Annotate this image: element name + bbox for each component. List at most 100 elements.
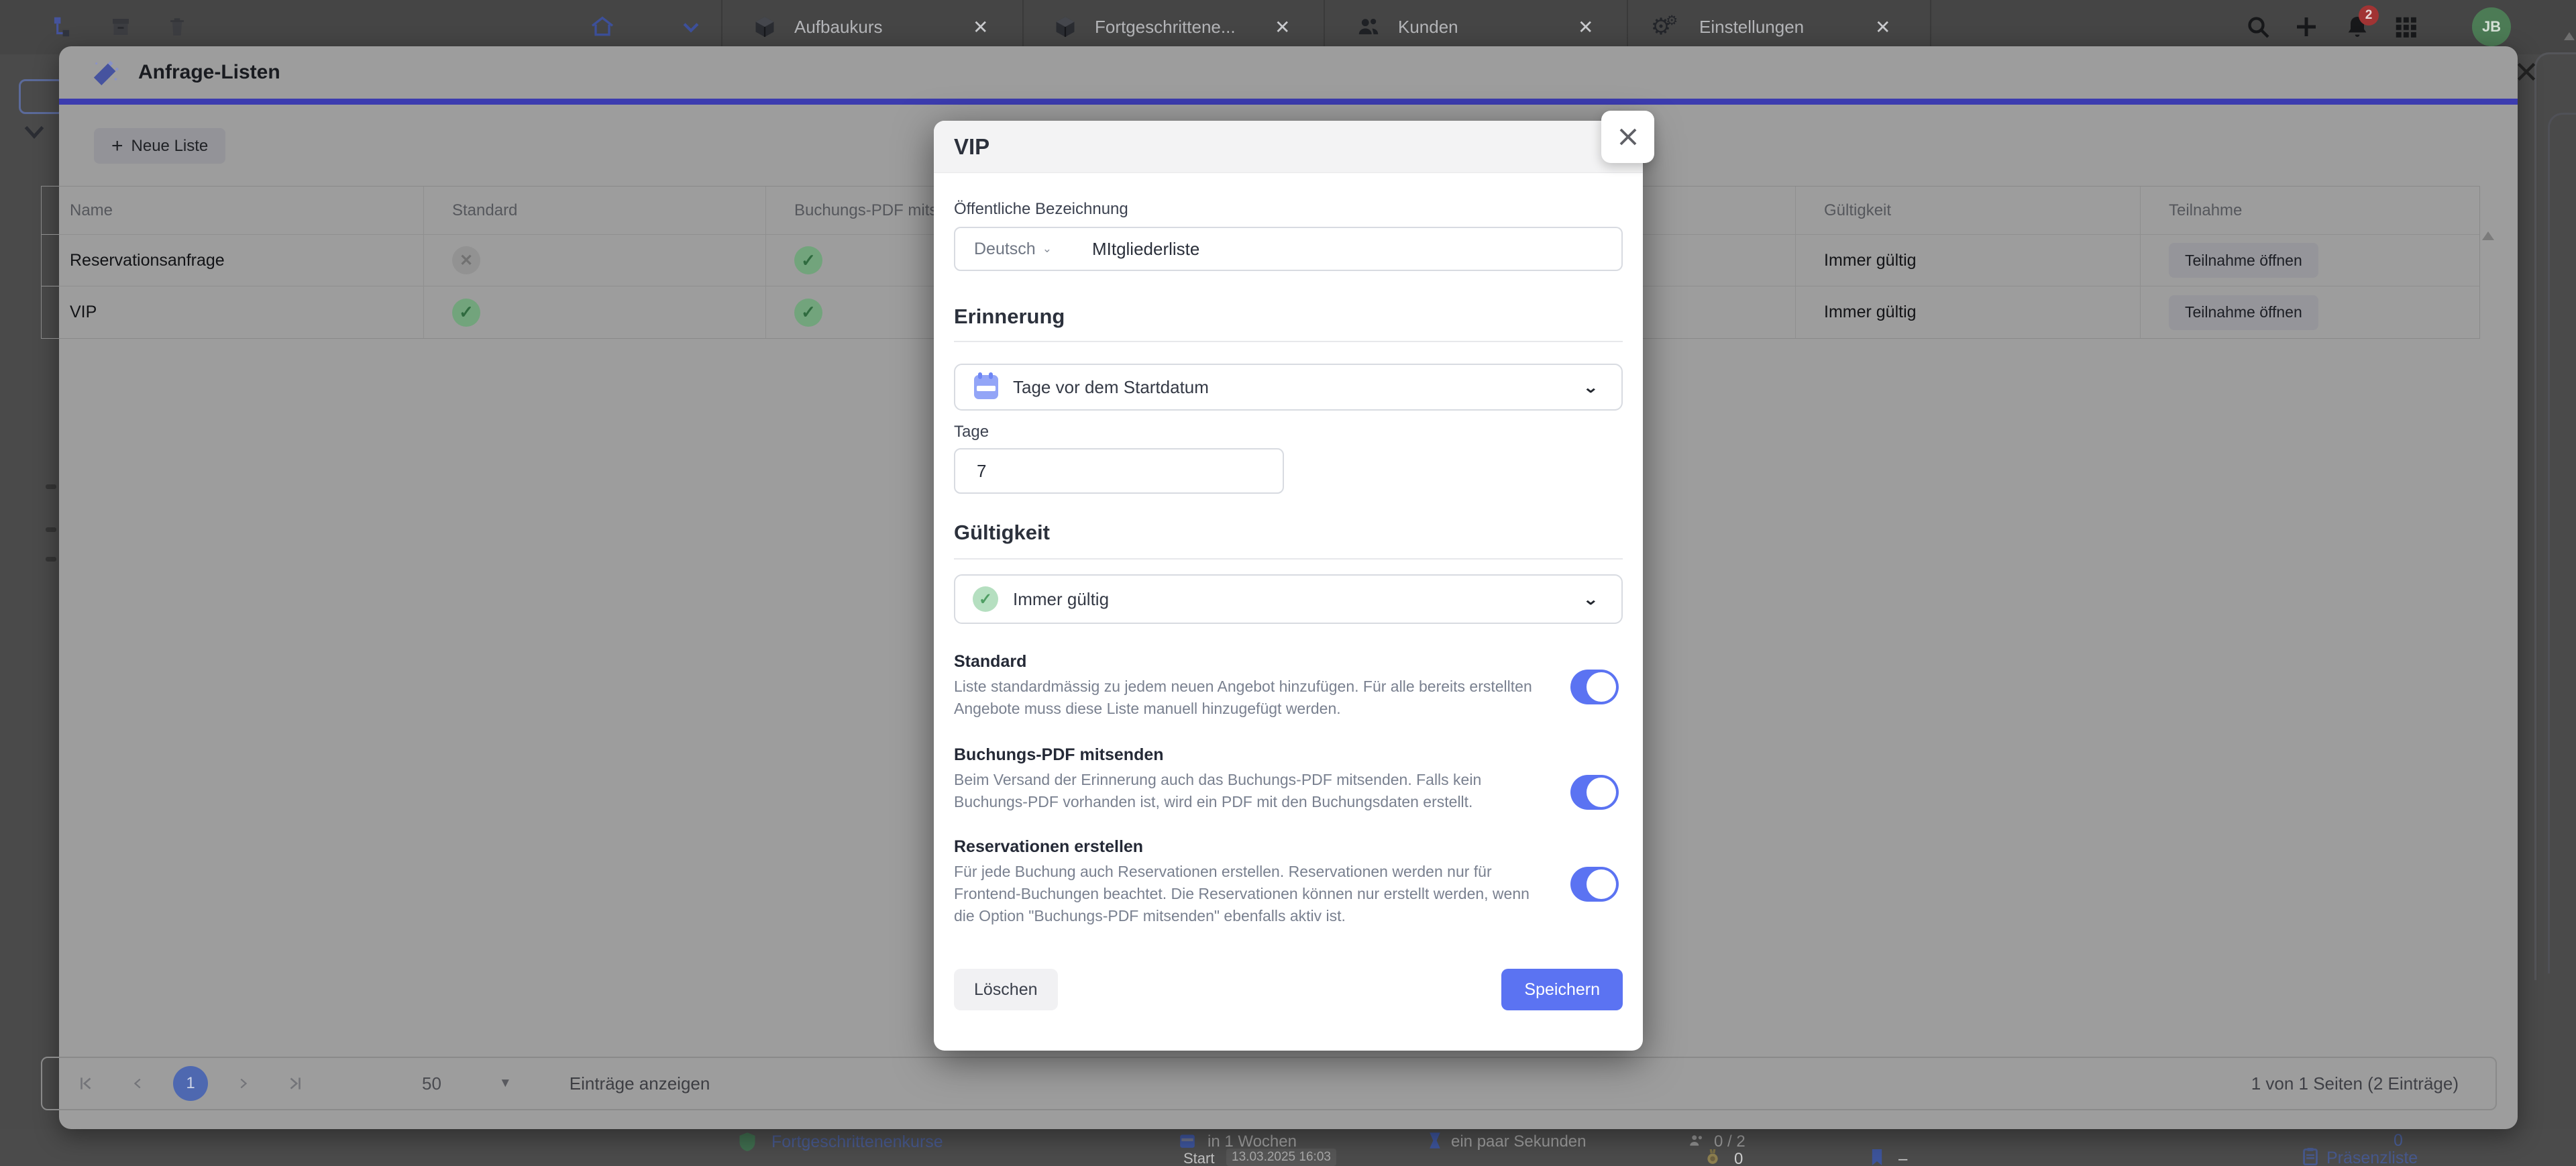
- package-icon: [1051, 12, 1080, 42]
- reminder-type-value: Tage vor dem Startdatum: [1013, 377, 1209, 398]
- calendar-icon: [1179, 1132, 1196, 1149]
- tab-close-icon[interactable]: ✕: [1875, 16, 1890, 38]
- column-header-name[interactable]: Name: [42, 187, 424, 235]
- hourglass-icon: [1428, 1132, 1442, 1149]
- reservationen-label: Reservationen erstellen: [954, 837, 1549, 857]
- row-standard-cell: ✓: [424, 286, 766, 338]
- participants-count: 0 / 2: [1714, 1132, 1746, 1151]
- course-shield-icon: [738, 1132, 757, 1152]
- check-circle-icon: ✓: [794, 299, 822, 327]
- last-page-icon[interactable]: [269, 1075, 321, 1092]
- buchungs-pdf-toggle-block: Buchungs-PDF mitsenden Beim Versand der …: [954, 745, 1623, 813]
- background-list-mark: [46, 484, 56, 489]
- public-name-value[interactable]: MItgliederliste: [1092, 239, 1199, 260]
- modal-title: Anfrage-Listen: [138, 61, 280, 84]
- standard-toggle[interactable]: [1570, 670, 1619, 704]
- check-circle-icon: ✓: [452, 299, 480, 327]
- gears-icon: ⚙⚙: [1652, 12, 1682, 42]
- medal-icon: [1705, 1149, 1720, 1165]
- buchungs-pdf-toggle[interactable]: [1570, 775, 1619, 810]
- language-select[interactable]: Deutsch ⌄: [974, 240, 1052, 259]
- screen: Aufbaukurs ✕ Fortgeschrittene... ✕ Kunde…: [0, 0, 2576, 1166]
- standard-description: Liste standardmässig zu jedem neuen Ange…: [954, 676, 1549, 720]
- row-name[interactable]: VIP: [42, 286, 424, 338]
- page-size-value[interactable]: 50: [422, 1073, 441, 1094]
- prev-page-icon[interactable]: [112, 1075, 164, 1092]
- column-header-gueltigkeit[interactable]: Gültigkeit: [1796, 187, 2141, 235]
- toggle-knob: [1587, 869, 1616, 899]
- toggle-knob: [1587, 778, 1616, 807]
- background-panel-edge: [2548, 113, 2576, 973]
- validity-select[interactable]: ✓ Immer gültig ⌄: [954, 574, 1623, 624]
- teilnahme-button[interactable]: Teilnahme öffnen: [2169, 295, 2318, 330]
- column-header-standard[interactable]: Standard: [424, 187, 766, 235]
- tab-close-icon[interactable]: ✕: [1578, 16, 1593, 38]
- first-page-icon[interactable]: [60, 1075, 112, 1092]
- home-icon[interactable]: [588, 12, 617, 42]
- teilnahme-button[interactable]: Teilnahme öffnen: [2169, 243, 2318, 278]
- language-value: Deutsch: [974, 240, 1036, 259]
- trash-icon[interactable]: [162, 12, 192, 42]
- next-page-icon[interactable]: [217, 1075, 269, 1092]
- tab-label: Einstellungen: [1699, 17, 1804, 38]
- public-label: Öffentliche Bezeichnung: [954, 200, 1623, 219]
- page-size-caret-icon[interactable]: ▼: [499, 1076, 512, 1091]
- package-icon: [750, 12, 780, 42]
- start-date-value: 13.03.2025 16:03: [1226, 1149, 1336, 1166]
- section-divider: [954, 558, 1623, 560]
- modal-accent-line: [59, 99, 2518, 105]
- background-chevron-icon: [24, 125, 44, 140]
- save-button[interactable]: Speichern: [1501, 969, 1623, 1010]
- add-icon[interactable]: [2292, 12, 2321, 42]
- archive-icon[interactable]: [106, 12, 136, 42]
- search-icon[interactable]: [2243, 12, 2273, 42]
- dash-value: –: [1898, 1150, 1907, 1166]
- reminder-type-select[interactable]: Tage vor dem Startdatum ⌄: [954, 364, 1623, 411]
- new-list-button[interactable]: + Neue Liste: [94, 128, 225, 164]
- collapse-chevron-icon[interactable]: [676, 12, 706, 42]
- check-circle-icon: ✓: [794, 246, 822, 274]
- scroll-up-icon: [2564, 32, 2575, 40]
- cross-circle-icon: ✕: [452, 246, 480, 274]
- table-scroll-up-icon[interactable]: [2482, 231, 2494, 240]
- chevron-down-icon: ⌄: [1583, 590, 1599, 608]
- vip-close-button[interactable]: [1601, 111, 1654, 163]
- row-teilnahme-cell: Teilnahme öffnen: [2141, 286, 2479, 338]
- tab-close-icon[interactable]: ✕: [1275, 16, 1290, 38]
- apps-grid-icon[interactable]: [2391, 12, 2420, 42]
- background-search-field: [19, 79, 64, 114]
- start-label: Start: [1183, 1150, 1214, 1166]
- calendar-icon: [974, 375, 998, 399]
- waitlist-count[interactable]: 0: [2394, 1131, 2403, 1151]
- pagination-summary: 1 von 1 Seiten (2 Einträge): [2251, 1073, 2459, 1094]
- row-name[interactable]: Reservationsanfrage: [42, 235, 424, 286]
- participants-icon: [1688, 1132, 1705, 1149]
- vip-dialog-body: Öffentliche Bezeichnung Deutsch ⌄ MItgli…: [954, 173, 1623, 1010]
- row-teilnahme-cell: Teilnahme öffnen: [2141, 235, 2479, 286]
- tage-label: Tage: [954, 423, 1623, 441]
- plus-icon: +: [111, 138, 123, 155]
- background-list-mark: [46, 527, 56, 532]
- new-list-label: Neue Liste: [131, 137, 209, 156]
- validity-value: Immer gültig: [1013, 589, 1109, 610]
- bookmark-icon: [1870, 1149, 1884, 1165]
- attendance-link[interactable]: Präsenzliste: [2326, 1149, 2418, 1166]
- modal-close-icon[interactable]: [2512, 57, 2541, 87]
- column-header-teilnahme[interactable]: Teilnahme: [2141, 187, 2479, 235]
- tab-close-icon[interactable]: ✕: [973, 16, 988, 38]
- course-link[interactable]: Fortgeschrittenenkurse: [771, 1132, 943, 1152]
- row-gueltigkeit: Immer gültig: [1796, 235, 2141, 286]
- delete-button[interactable]: Löschen: [954, 969, 1058, 1010]
- hierarchy-icon[interactable]: [47, 12, 76, 42]
- pagination-bar: 1 50 ▼ Einträge anzeigen 1 von 1 Seiten …: [41, 1057, 2497, 1110]
- standard-label: Standard: [954, 652, 1549, 672]
- tab-label: Fortgeschrittene...: [1095, 17, 1236, 38]
- row-gueltigkeit: Immer gültig: [1796, 286, 2141, 338]
- public-name-field[interactable]: Deutsch ⌄ MItgliederliste: [954, 227, 1623, 271]
- reservationen-toggle[interactable]: [1570, 867, 1619, 902]
- check-circle-icon: ✓: [973, 586, 998, 612]
- background-list-mark: [46, 557, 56, 562]
- avatar[interactable]: JB: [2472, 7, 2511, 46]
- current-page-button[interactable]: 1: [173, 1066, 208, 1101]
- tage-input[interactable]: 7: [954, 448, 1284, 494]
